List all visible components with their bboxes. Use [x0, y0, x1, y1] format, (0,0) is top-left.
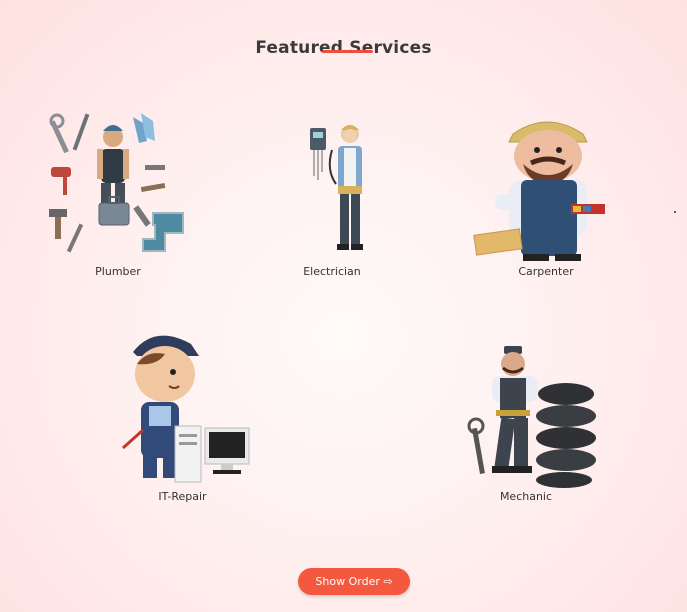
service-card-electrician[interactable]: Electrician [282, 120, 382, 278]
service-card-it-repair[interactable]: IT-Repair [110, 330, 255, 503]
stray-dot [674, 211, 676, 213]
title-underline [322, 50, 373, 53]
service-label: IT-Repair [158, 490, 207, 503]
it-repair-icon [121, 335, 249, 483]
service-label: Electrician [303, 265, 361, 278]
service-card-mechanic[interactable]: Mechanic [455, 342, 597, 503]
service-label: Carpenter [518, 265, 574, 278]
service-card-plumber[interactable]: Plumber [40, 105, 196, 278]
carpenter-icon [473, 121, 605, 261]
service-label: Plumber [95, 265, 141, 278]
service-card-carpenter[interactable]: Carpenter [470, 108, 622, 278]
show-order-button[interactable]: Show Order ⇨ [298, 568, 410, 595]
electrician-icon [310, 125, 363, 250]
plumber-icon [49, 113, 184, 253]
mechanic-icon [467, 346, 596, 488]
service-label: Mechanic [499, 490, 553, 503]
section-title: Featured Services [255, 38, 432, 59]
